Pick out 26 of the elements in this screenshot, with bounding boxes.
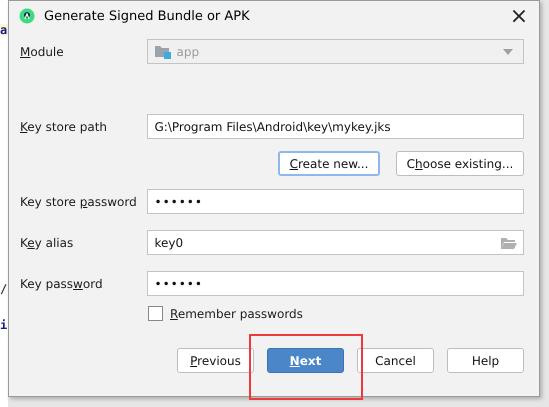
window-title: Generate Signed Bundle or APK	[44, 8, 251, 24]
field-label: Key store path	[20, 120, 108, 134]
dialog-button[interactable]: Help	[447, 348, 524, 373]
code-fragment: /	[0, 283, 8, 295]
password-field[interactable]: ••••••	[147, 271, 524, 296]
password-field[interactable]: ••••••	[147, 189, 524, 214]
dialog-button[interactable]: Cancel	[357, 348, 434, 373]
key-alias-field[interactable]: key0	[147, 230, 524, 255]
field-label: Key alias	[20, 236, 74, 250]
caret-icon	[503, 48, 513, 54]
field-label: Key password	[20, 276, 104, 290]
key-store-path-field[interactable]: G:\Program Files\Android\key\mykey.jks	[147, 114, 524, 139]
field-label: Key store password	[20, 194, 138, 208]
checkbox-label[interactable]: Remember passwords	[170, 306, 303, 320]
dialog-button[interactable]: Next	[267, 348, 344, 373]
dialog-button[interactable]: Previous	[177, 348, 254, 373]
code-fragment: i	[0, 319, 8, 331]
folder-icon	[501, 236, 517, 248]
field-label: Module	[20, 44, 65, 58]
folder-icon	[154, 44, 172, 59]
code-fragment: a	[0, 24, 8, 36]
android-studio-icon	[19, 8, 35, 24]
checkbox[interactable]	[148, 306, 163, 321]
dialog-button[interactable]: Create new...	[278, 151, 380, 176]
dialog-button[interactable]: Choose existing...	[396, 151, 524, 176]
close-button[interactable]: ×	[499, 1, 539, 31]
